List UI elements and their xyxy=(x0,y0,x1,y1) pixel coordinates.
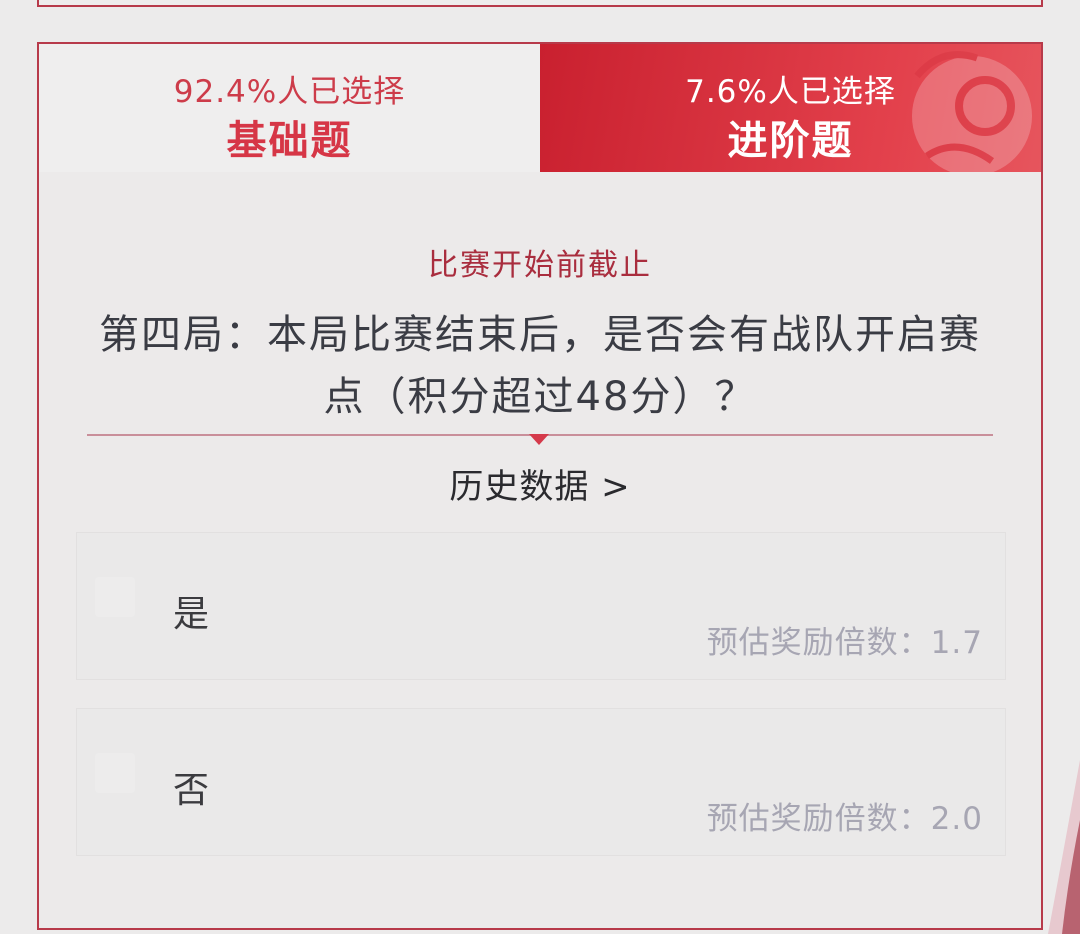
side-decoration xyxy=(1048,760,1080,934)
deadline-text: 比赛开始前截止 xyxy=(428,248,652,283)
option-odds-no: 预估奖励倍数：2.0 xyxy=(706,801,983,837)
tab-advanced[interactable]: 7.6%人已选择 进阶题 xyxy=(540,44,1041,172)
previous-card-edge xyxy=(37,0,1043,7)
tab-advanced-title: 进阶题 xyxy=(727,118,854,164)
option-odds-yes: 预估奖励倍数：1.7 xyxy=(706,625,983,661)
history-data-link[interactable]: 历史数据 > xyxy=(39,459,1041,508)
tab-advanced-percent: 7.6%人已选择 xyxy=(685,74,896,110)
question-card: 92.4%人已选择 基础题 7.6%人已选择 进阶题 比赛开始前截止 第四局：本… xyxy=(37,42,1043,930)
tab-basic-percent: 92.4%人已选择 xyxy=(173,74,406,110)
quiz-page: 92.4%人已选择 基础题 7.6%人已选择 进阶题 比赛开始前截止 第四局：本… xyxy=(0,0,1080,934)
answer-option-yes[interactable]: 是 预估奖励倍数：1.7 xyxy=(76,532,1006,680)
difficulty-tabs: 92.4%人已选择 基础题 7.6%人已选择 进阶题 xyxy=(39,44,1041,172)
tab-basic[interactable]: 92.4%人已选择 基础题 xyxy=(39,44,540,172)
divider-arrow-icon xyxy=(529,434,549,445)
tab-basic-title: 基础题 xyxy=(226,118,353,164)
option-radio-no[interactable] xyxy=(95,753,135,793)
question-text: 第四局：本局比赛结束后，是否会有战队开启赛点（积分超过48分）？ xyxy=(99,312,981,420)
option-radio-yes[interactable] xyxy=(95,577,135,617)
option-label-yes: 是 xyxy=(173,594,210,635)
answer-option-no[interactable]: 否 预估奖励倍数：2.0 xyxy=(76,708,1006,856)
option-label-no: 否 xyxy=(173,770,210,811)
